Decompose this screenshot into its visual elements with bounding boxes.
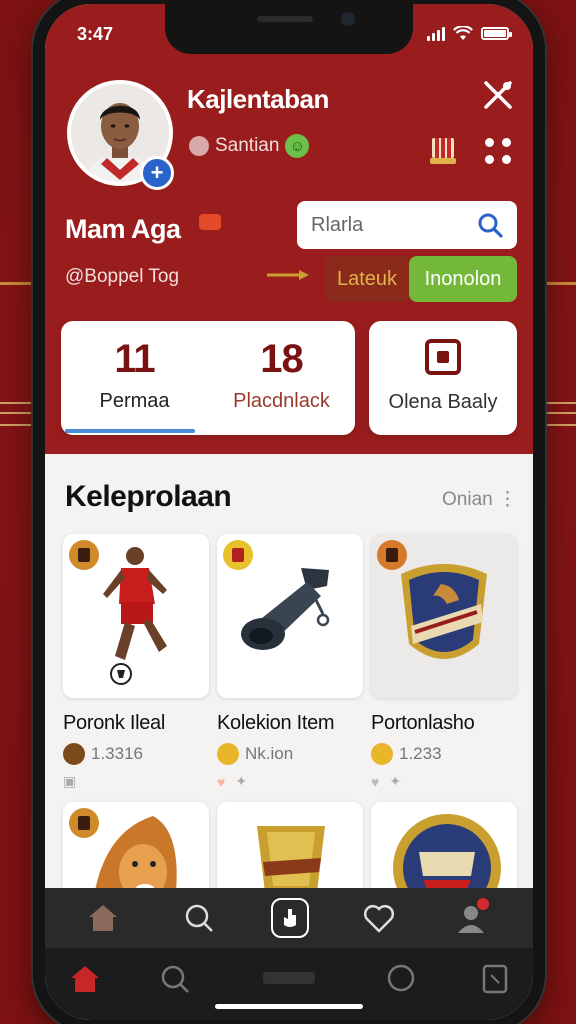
smile-badge-icon: ☺	[285, 134, 310, 158]
side-card-label: Olena Baaly	[388, 391, 498, 413]
latest-button[interactable]: Lateuk	[325, 256, 410, 302]
shield-badge-icon	[377, 540, 407, 570]
card-count: Nk.ion	[245, 744, 294, 763]
card-meta: 1.3316	[63, 743, 209, 765]
tab-search-secondary[interactable]	[157, 962, 193, 996]
box-icon	[425, 339, 461, 375]
search-icon[interactable]	[477, 212, 503, 238]
share-icon[interactable]: ✦	[235, 773, 247, 790]
shield-badge-icon	[69, 808, 99, 838]
app-title: Kajlentaban	[187, 84, 329, 114]
search-icon	[185, 904, 213, 932]
heart-icon	[363, 904, 395, 933]
user-name: Mam Aga	[65, 214, 181, 244]
section-more-button[interactable]: Onian ⋮	[442, 488, 517, 511]
card-meta: Nk.ion	[217, 743, 363, 765]
arrow-right-icon	[267, 270, 309, 280]
user-handle: @Boppel Tog	[65, 266, 180, 287]
status-time: 3:47	[77, 24, 114, 44]
front-camera	[341, 12, 355, 26]
wifi-icon	[453, 26, 473, 40]
card-title: Poronk Ileal	[63, 712, 166, 734]
verified-tag-icon	[199, 214, 221, 230]
menu-grid-icon[interactable]	[485, 138, 511, 164]
tab-circle[interactable]	[385, 962, 417, 994]
shield-badge-icon	[69, 540, 99, 570]
tab-bar-primary	[45, 888, 533, 948]
speaker	[257, 16, 313, 22]
battery-icon	[481, 27, 512, 40]
stat-value: 18	[260, 337, 304, 381]
stat-label: Permaa	[99, 390, 170, 412]
notification-badge	[475, 896, 491, 912]
stat-posts[interactable]: 11 Permaa	[61, 321, 208, 413]
screen: 3:47 + Kajlentaban Santian ☺ Mam Aga @Bo…	[45, 4, 533, 1020]
section-title: Keleprolaan	[65, 480, 232, 513]
coin-icon	[63, 743, 85, 765]
sub-profile-row: Santian ☺	[189, 134, 310, 158]
collection-card[interactable]: Kolekion Item Nk.ion ♥ ✦	[217, 534, 363, 790]
image-icon[interactable]: ▣	[63, 773, 76, 790]
card-image	[217, 534, 363, 698]
follow-button[interactable]: Inonolon	[409, 256, 517, 302]
search-box[interactable]	[297, 201, 517, 249]
card-title: Portonlasho	[371, 712, 475, 734]
card-actions: ▣	[63, 773, 209, 790]
tab-create[interactable]	[271, 898, 309, 938]
tab-home[interactable]	[85, 902, 121, 934]
home-indicator[interactable]	[215, 1004, 363, 1009]
mini-avatar-icon	[189, 136, 209, 156]
tab-saved[interactable]	[479, 962, 511, 996]
stat-label: Placdnlack	[233, 390, 330, 412]
stats-card: 11 Permaa 18 Placdnlack	[61, 321, 355, 435]
active-tab-indicator	[65, 429, 195, 433]
share-icon[interactable]: ✦	[389, 773, 401, 790]
tab-favorites[interactable]	[361, 902, 397, 934]
close-icon[interactable]	[481, 78, 515, 112]
collection-card[interactable]: Poronk Ileal 1.3316 ▣	[63, 534, 209, 790]
side-card[interactable]: Olena Baaly	[369, 321, 517, 435]
add-photo-button[interactable]: +	[140, 156, 174, 190]
stat-followers[interactable]: 18 Placdnlack	[208, 321, 355, 413]
home-icon	[89, 905, 117, 931]
stat-value: 11	[114, 337, 155, 381]
shield-badge-icon	[223, 540, 253, 570]
search-input[interactable]	[311, 213, 461, 237]
card-count: 1.233	[399, 744, 442, 763]
notch	[165, 4, 413, 54]
trophy-icon[interactable]	[429, 134, 457, 166]
card-meta: 1.233	[371, 743, 517, 765]
heart-icon[interactable]: ♥	[217, 774, 225, 790]
emoji-icon	[371, 743, 393, 765]
document-icon	[482, 964, 508, 994]
tab-home-secondary[interactable]	[67, 962, 103, 996]
heart-icon[interactable]: ♥	[371, 774, 379, 790]
sub-name: Santian	[215, 135, 280, 156]
card-actions: ♥ ✦	[217, 773, 363, 790]
tab-search[interactable]	[181, 902, 217, 934]
circle-icon	[387, 964, 415, 992]
tab-profile[interactable]	[453, 896, 491, 936]
tab-bar-secondary	[45, 948, 533, 1020]
card-image	[63, 534, 209, 698]
home-icon	[71, 966, 99, 992]
card-count: 1.3316	[91, 744, 143, 763]
tab-placeholder	[263, 972, 315, 984]
status-icons	[427, 26, 512, 41]
search-icon	[161, 965, 189, 993]
hand-icon	[284, 909, 296, 927]
card-title: Kolekion Item	[217, 712, 335, 734]
signal-icon	[427, 26, 445, 41]
card-actions: ♥ ✦	[371, 773, 517, 790]
card-image	[371, 534, 517, 698]
emoji-icon	[217, 743, 239, 765]
collection-card[interactable]: Portonlasho 1.233 ♥ ✦	[371, 534, 517, 790]
phone-frame: 3:47 + Kajlentaban Santian ☺ Mam Aga @Bo…	[33, 0, 545, 1024]
